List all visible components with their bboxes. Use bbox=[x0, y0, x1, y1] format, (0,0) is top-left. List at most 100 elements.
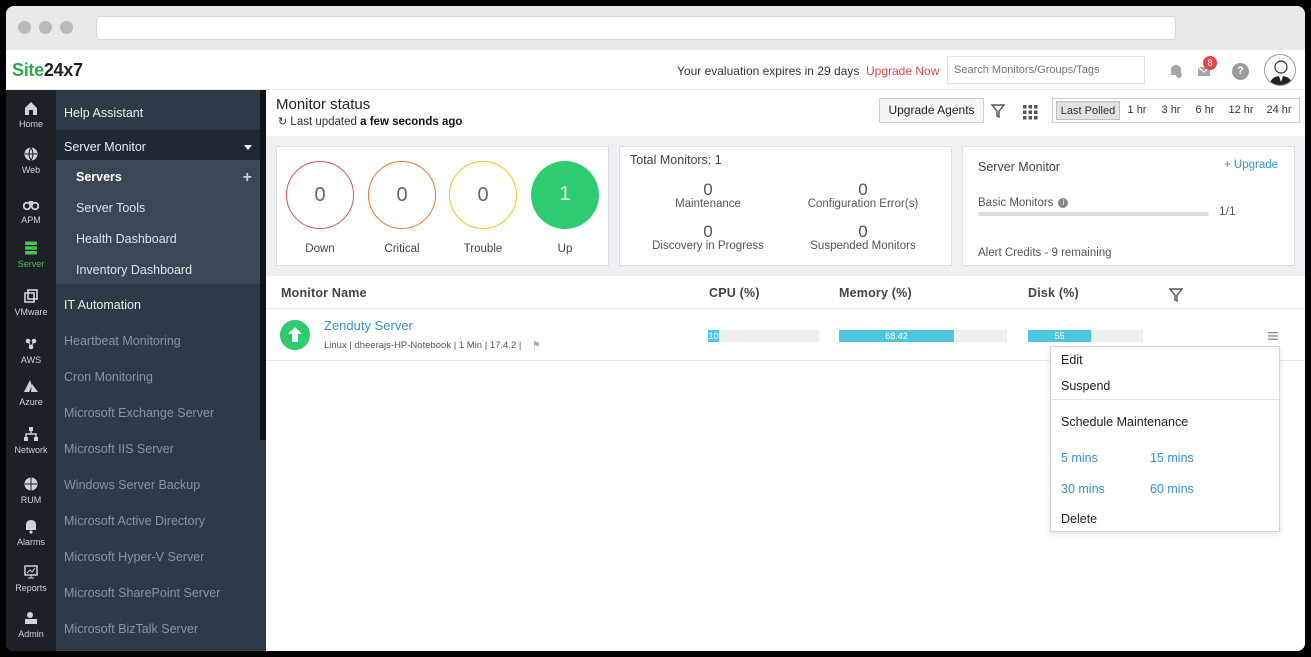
column-disk[interactable]: Disk (%) bbox=[1028, 286, 1079, 300]
disk-bar: 55 bbox=[1028, 330, 1143, 342]
period-6-hr[interactable]: 6 hr bbox=[1191, 101, 1219, 120]
period-12-hr[interactable]: 12 hr bbox=[1223, 101, 1259, 120]
announcement-icon[interactable] bbox=[1168, 63, 1184, 79]
upgrade-link[interactable]: + Upgrade bbox=[1224, 159, 1278, 171]
rail-item-network[interactable]: Network bbox=[6, 426, 56, 472]
maintenance-count[interactable]: 0 bbox=[628, 180, 788, 200]
config-error-count[interactable]: 0 bbox=[783, 180, 943, 200]
rail-item-label: Network bbox=[14, 445, 48, 455]
rail-item-label: Server bbox=[17, 259, 45, 269]
tag-icon[interactable]: ⚑ bbox=[532, 340, 541, 351]
rail-item-server[interactable]: Server bbox=[6, 240, 56, 286]
rail-item-vmware[interactable]: VMware bbox=[6, 288, 56, 334]
menu-schedule-maintenance[interactable]: Schedule Maintenance bbox=[1061, 415, 1188, 429]
status-trouble-count[interactable]: 0 bbox=[449, 161, 517, 229]
column-cpu[interactable]: CPU (%) bbox=[709, 286, 760, 300]
menu-30-mins[interactable]: 30 mins bbox=[1061, 482, 1105, 496]
rail-item-reports[interactable]: Reports bbox=[6, 564, 56, 610]
menu-60-mins[interactable]: 60 mins bbox=[1150, 482, 1194, 496]
period-1-hr[interactable]: 1 hr bbox=[1123, 101, 1151, 120]
menu-suspend[interactable]: Suspend bbox=[1061, 379, 1110, 393]
window-close-dot[interactable] bbox=[18, 21, 31, 34]
header-divider bbox=[266, 308, 1305, 309]
evaluation-notice: Your evaluation expires in 29 days bbox=[677, 64, 860, 78]
nav-health-dashboard[interactable]: Health Dashboard bbox=[56, 224, 260, 255]
nav-item-microsoft-active-directory[interactable]: Microsoft Active Directory bbox=[56, 503, 260, 539]
globe-icon bbox=[24, 147, 38, 162]
menu-delete[interactable]: Delete bbox=[1061, 512, 1097, 526]
window-zoom-dot[interactable] bbox=[60, 21, 73, 34]
column-monitor-name[interactable]: Monitor Name bbox=[281, 286, 367, 300]
menu-5-mins[interactable]: 5 mins bbox=[1061, 451, 1098, 465]
rail-item-home[interactable]: Home bbox=[6, 100, 56, 146]
menu-15-mins[interactable]: 15 mins bbox=[1150, 451, 1194, 465]
rail-item-label: RUM bbox=[20, 495, 42, 505]
rail-item-rum[interactable]: RUM bbox=[6, 476, 56, 522]
status-down-label: Down bbox=[305, 243, 335, 255]
menu-edit[interactable]: Edit bbox=[1061, 353, 1083, 367]
upgrade-agents-button[interactable]: Upgrade Agents bbox=[879, 98, 984, 123]
status-critical-count[interactable]: 0 bbox=[368, 161, 436, 229]
nav-server-tools[interactable]: Server Tools bbox=[56, 193, 260, 224]
rail-item-aws[interactable]: AWS bbox=[6, 336, 56, 382]
cpu-bar-fill: 10 bbox=[708, 330, 720, 342]
page-title: Monitor status bbox=[276, 96, 371, 113]
reports-icon bbox=[24, 565, 38, 579]
rail-item-label: Alarms bbox=[16, 537, 45, 547]
period-3-hr[interactable]: 3 hr bbox=[1155, 101, 1187, 120]
nav-item-microsoft-exchange-server[interactable]: Microsoft Exchange Server bbox=[56, 395, 260, 431]
disk-bar-fill: 55 bbox=[1028, 330, 1092, 342]
site24x7-logo[interactable]: Site24x7 bbox=[12, 60, 83, 81]
rail-item-azure[interactable]: Azure bbox=[6, 378, 56, 424]
window-minimize-dot[interactable] bbox=[39, 21, 52, 34]
upgrade-now-link[interactable]: Upgrade Now bbox=[866, 64, 939, 78]
nav-item-microsoft-hyper-v-server[interactable]: Microsoft Hyper-V Server bbox=[56, 539, 260, 575]
rail-item-label: Azure bbox=[19, 397, 43, 407]
nav-servers[interactable]: Servers + bbox=[56, 162, 260, 193]
sub-navigation: Help Assistant Server Monitor Servers + … bbox=[56, 90, 266, 651]
nav-inventory-dashboard[interactable]: Inventory Dashboard bbox=[56, 255, 260, 286]
suspended-count[interactable]: 0 bbox=[783, 222, 943, 242]
nav-it-automation[interactable]: IT Automation bbox=[56, 288, 260, 322]
nav-item-windows-server-backup[interactable]: Windows Server Backup bbox=[56, 467, 260, 503]
rail-item-label: Web bbox=[21, 165, 41, 175]
discovery-count[interactable]: 0 bbox=[628, 222, 788, 242]
period-24-hr[interactable]: 24 hr bbox=[1262, 101, 1296, 120]
period-last-polled[interactable]: Last Polled bbox=[1056, 101, 1120, 120]
row-menu-icon[interactable] bbox=[1268, 332, 1278, 340]
rail-item-admin[interactable]: Admin bbox=[6, 610, 56, 651]
info-icon[interactable]: i bbox=[1058, 197, 1069, 208]
maintenance-label: Maintenance bbox=[675, 198, 741, 210]
vmware-icon bbox=[24, 289, 38, 303]
nav-item-heartbeat-monitoring[interactable]: Heartbeat Monitoring bbox=[56, 323, 260, 359]
nav-server-monitor[interactable]: Server Monitor bbox=[56, 130, 260, 164]
nav-item-microsoft-biztalk-server[interactable]: Microsoft BizTalk Server bbox=[56, 611, 260, 647]
total-monitors-card: Total Monitors: 1 0 Maintenance 0 Config… bbox=[619, 146, 952, 266]
status-down-count[interactable]: 0 bbox=[286, 161, 354, 229]
nav-help-assistant[interactable]: Help Assistant bbox=[56, 96, 260, 130]
search-input[interactable] bbox=[947, 56, 1145, 84]
address-bar[interactable] bbox=[96, 16, 1176, 40]
column-filter-icon[interactable] bbox=[1169, 288, 1183, 302]
top-header: Site24x7 Your evaluation expires in 29 d… bbox=[6, 50, 1305, 90]
nav-item-microsoft-sharepoint-server[interactable]: Microsoft SharePoint Server bbox=[56, 575, 260, 611]
server-monitor-card: Server Monitor + Upgrade Basic Monitors i… bbox=[962, 146, 1295, 266]
help-icon[interactable]: ? bbox=[1232, 63, 1249, 80]
rail-item-apm[interactable]: APM bbox=[6, 196, 56, 242]
monitor-meta-text: Linux | dheerajs-HP-Notebook | 1 Min | 1… bbox=[324, 340, 522, 351]
refresh-icon[interactable]: ↻ bbox=[278, 116, 287, 128]
grid-view-icon[interactable] bbox=[1023, 105, 1038, 120]
suspended-label: Suspended Monitors bbox=[810, 240, 916, 252]
nav-item-microsoft-iis-server[interactable]: Microsoft IIS Server bbox=[56, 431, 260, 467]
avatar[interactable] bbox=[1264, 54, 1296, 86]
column-memory[interactable]: Memory (%) bbox=[839, 286, 912, 300]
rail-item-alarms[interactable]: Alarms bbox=[6, 518, 56, 564]
nav-item-cron-monitoring[interactable]: Cron Monitoring bbox=[56, 359, 260, 395]
add-server-icon[interactable]: + bbox=[243, 162, 252, 193]
monitor-name-link[interactable]: Zenduty Server bbox=[324, 318, 413, 333]
filter-icon[interactable] bbox=[991, 104, 1005, 118]
basic-monitors-usage-bar bbox=[978, 212, 1209, 216]
bell-icon bbox=[26, 520, 36, 534]
rail-item-web[interactable]: Web bbox=[6, 146, 56, 192]
status-up-count[interactable]: 1 bbox=[531, 161, 599, 229]
